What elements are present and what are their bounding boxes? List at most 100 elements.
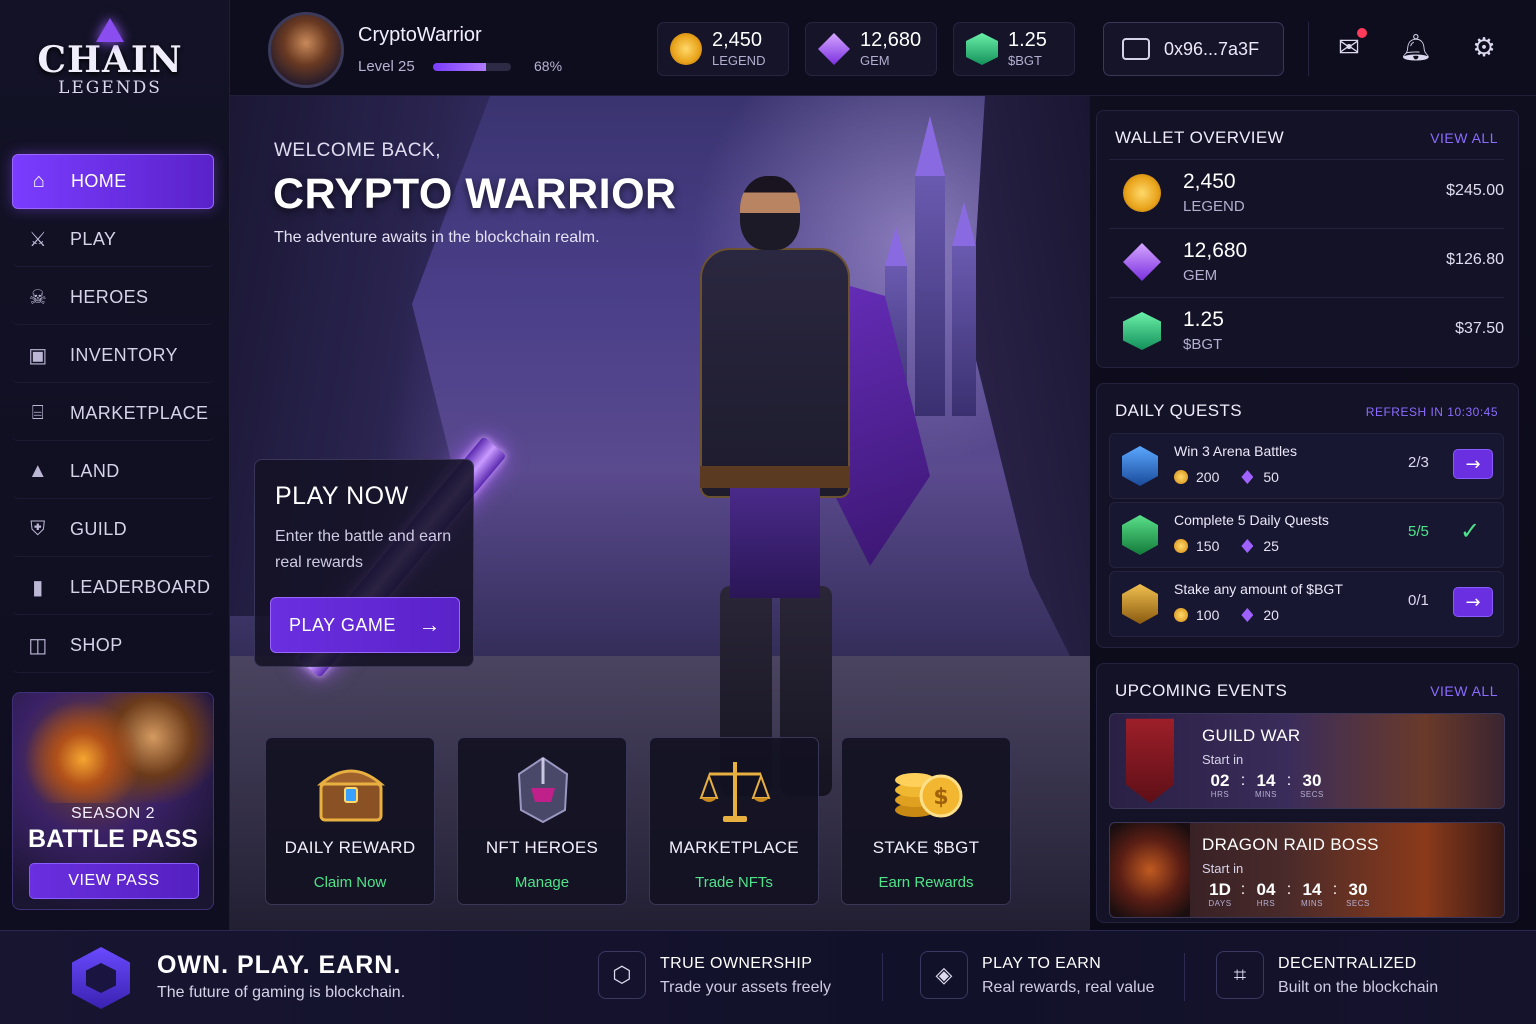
sidebar-item-leaderboard[interactable]: ▮ LEADERBOARD (12, 560, 214, 615)
currency-symbol: GEM (860, 53, 890, 68)
logo-subtitle: LEGENDS (58, 78, 162, 98)
currency-gem[interactable]: 12,680 GEM (805, 22, 937, 76)
battle-pass-season: SEASON 2 (70, 805, 156, 822)
quick-action-tiles: DAILY REWARD Claim Now NFT HEROES Manage (265, 737, 1025, 905)
currency-bgt[interactable]: 1.25 $BGT (953, 22, 1075, 76)
countdown-unit: DAYS (1208, 899, 1232, 908)
view-pass-button[interactable]: VIEW PASS (29, 863, 199, 899)
quest-gem-reward: 20 (1263, 607, 1279, 623)
logo[interactable]: CHAIN LEGENDS (0, 18, 220, 98)
play-game-button[interactable]: PLAY GAME → (270, 597, 460, 653)
quest-name: Stake any amount of $BGT (1174, 581, 1343, 597)
tile-daily-reward[interactable]: DAILY REWARD Claim Now (265, 737, 435, 905)
knight-helmet-icon (517, 756, 569, 824)
quest-coin-reward: 200 (1196, 469, 1220, 485)
wallet-symbol: GEM (1183, 267, 1218, 284)
tile-subtitle: Claim Now (313, 874, 387, 891)
wallet-symbol: $BGT (1183, 336, 1223, 353)
currency-value: 2,450 (712, 29, 763, 51)
currency-symbol: LEGEND (712, 53, 766, 68)
treasure-chest-icon (316, 769, 386, 822)
sidebar-item-home[interactable]: ⌂ HOME (12, 154, 214, 209)
checkmark-icon: ✓ (1460, 517, 1481, 545)
wallet-row-bgt[interactable]: 1.25 $BGT $37.50 (1109, 297, 1504, 363)
sidebar-item-shop[interactable]: ◫ SHOP (12, 618, 214, 673)
chest-icon: ▣ (28, 344, 48, 367)
wallet-address: 0x96...7a3F (1164, 38, 1260, 59)
view-all-link[interactable]: VIEW ALL (1430, 683, 1498, 699)
tile-nft-heroes[interactable]: NFT HEROES Manage (457, 737, 627, 905)
network-icon: ⌗ (1216, 951, 1264, 999)
welcome-text: WELCOME BACK, (274, 140, 441, 161)
countdown-value: 02 (1210, 771, 1230, 790)
sidebar-item-play[interactable]: ⚔ PLAY (12, 212, 214, 267)
mountain-icon: ▲ (27, 459, 49, 482)
sidebar-item-label: GUILD (70, 518, 128, 539)
shopping-bag-icon: ◫ (28, 634, 48, 657)
sidebar-item-land[interactable]: ▲ LAND (12, 444, 214, 499)
wallet-row-legend[interactable]: 2,450 LEGEND $245.00 (1109, 159, 1504, 225)
gem-icon (1241, 608, 1254, 622)
panel-title: UPCOMING EVENTS (1115, 681, 1288, 700)
sidebar: CHAIN LEGENDS ⌂ HOME ⚔ PLAY ☠ HEROES ▣ I… (0, 0, 230, 930)
currency-legend[interactable]: 2,450 LEGEND (657, 22, 789, 76)
battle-pass-title: BATTLE PASS (28, 825, 198, 853)
bgt-token-icon (966, 33, 998, 65)
sidebar-item-label: LEADERBOARD (70, 576, 211, 597)
mail-icon[interactable]: ✉ (1331, 28, 1367, 66)
quest-refresh-timer: REFRESH IN 10:30:45 (1365, 405, 1498, 419)
feature-subtitle: Trade your assets freely (660, 979, 832, 996)
xp-percent: 68% (534, 58, 563, 74)
play-now-title: PLAY NOW (275, 482, 409, 510)
wallet-usd-value: $37.50 (1455, 320, 1504, 337)
topbar-divider (1308, 22, 1309, 76)
upcoming-events-panel: UPCOMING EVENTS VIEW ALL GUILD WAR Start… (1096, 663, 1519, 923)
battle-pass-card[interactable]: SEASON 2 BATTLE PASS VIEW PASS (12, 692, 214, 910)
quest-row[interactable]: Complete 5 Daily Quests 150 25 5/5 ✓ (1109, 502, 1504, 568)
crossed-swords-icon: ⚔ (28, 228, 48, 251)
scales-icon (699, 762, 771, 822)
countdown-unit: HRS (1210, 790, 1230, 799)
legend-coin-icon (670, 33, 702, 65)
event-card-guild-war[interactable]: GUILD WAR Start in 02 HRS : 14 MINS : 30 SE… (1109, 713, 1505, 809)
countdown-value: 30 (1302, 771, 1322, 790)
quest-go-button[interactable]: → (1453, 449, 1493, 479)
bgt-token-icon (1123, 312, 1161, 350)
bell-icon[interactable]: 🔔︎ (1398, 30, 1434, 66)
daily-quests-panel: DAILY QUESTS REFRESH IN 10:30:45 Win 3 A… (1096, 383, 1519, 648)
avatar[interactable] (268, 12, 344, 88)
shield-icon: ⛨ (30, 517, 46, 540)
quest-gem-reward: 50 (1263, 469, 1279, 485)
xp-progress-bar (433, 63, 511, 71)
view-all-link[interactable]: VIEW ALL (1430, 130, 1498, 146)
gear-icon[interactable]: ⚙ (1466, 30, 1502, 66)
sidebar-item-label: MARKETPLACE (70, 402, 209, 423)
tile-stake-bgt[interactable]: $ STAKE $BGT Earn Rewards (841, 737, 1011, 905)
tile-subtitle: Earn Rewards (878, 874, 974, 891)
play-game-label: PLAY GAME (289, 614, 396, 635)
quest-name: Complete 5 Daily Quests (1174, 512, 1329, 528)
sidebar-item-marketplace[interactable]: ⌸ MARKETPLACE (12, 386, 214, 441)
home-icon: ⌂ (32, 170, 46, 192)
quest-badge-icon (1122, 584, 1158, 624)
sidebar-item-guild[interactable]: ⛨ GUILD (12, 502, 214, 557)
countdown-unit: HRS (1256, 899, 1276, 908)
wallet-icon (1122, 38, 1150, 60)
dragon-icon (1110, 823, 1190, 917)
wallet-address-button[interactable]: 0x96...7a3F (1103, 22, 1284, 76)
countdown-value: 04 (1256, 880, 1276, 899)
sidebar-item-heroes[interactable]: ☠ HEROES (12, 270, 214, 325)
tile-subtitle: Manage (514, 874, 570, 891)
quest-row[interactable]: Stake any amount of $BGT 100 20 0/1 → (1109, 571, 1504, 637)
wallet-row-gem[interactable]: 12,680 GEM $126.80 (1109, 228, 1504, 294)
quest-go-button[interactable]: → (1453, 587, 1493, 617)
quest-row[interactable]: Win 3 Arena Battles 200 50 2/3 → (1109, 433, 1504, 499)
guild-banner-icon (1126, 718, 1174, 804)
countdown-value: 14 (1256, 771, 1276, 790)
event-card-dragon-raid[interactable]: DRAGON RAID BOSS Start in 1D DAYS : 04 HRS… (1109, 822, 1505, 918)
sidebar-item-inventory[interactable]: ▣ INVENTORY (12, 328, 214, 383)
tile-marketplace[interactable]: MARKETPLACE Trade NFTs (649, 737, 819, 905)
quest-coin-reward: 100 (1196, 607, 1220, 623)
arrow-right-icon: → (1465, 591, 1481, 613)
hexagon-logo-icon (72, 947, 130, 1009)
